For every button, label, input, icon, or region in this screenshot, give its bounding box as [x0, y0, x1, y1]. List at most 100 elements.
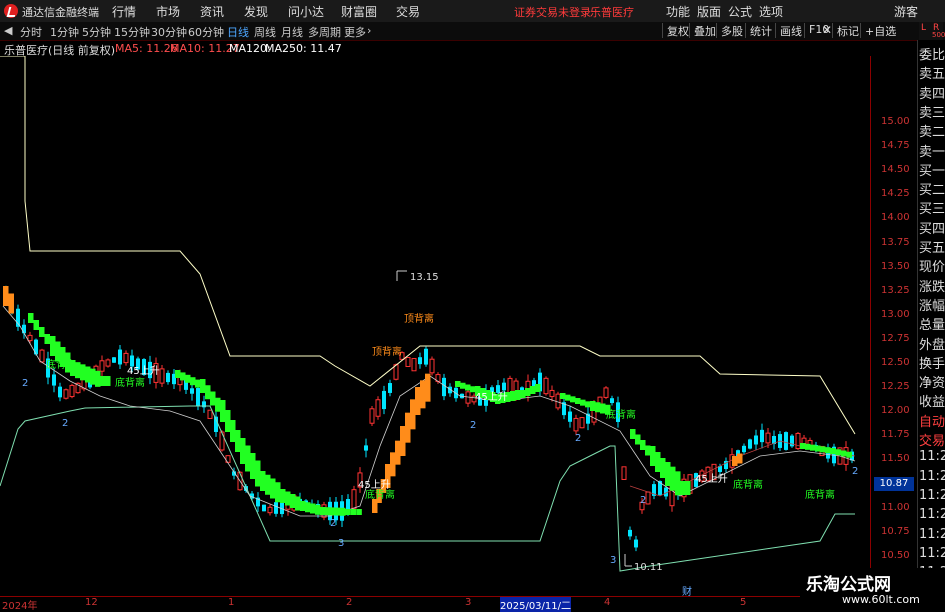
side-label[interactable]: 买五 — [919, 237, 945, 256]
period-60min[interactable]: 60分钟 — [188, 24, 224, 40]
current-stock-name: 乐普医疗 — [590, 6, 634, 19]
side-label[interactable]: 买四 — [919, 218, 945, 237]
candle-body — [375, 399, 381, 417]
trend-band-orange — [8, 293, 14, 314]
side-label[interactable]: 11:29 — [919, 546, 945, 561]
trend-band-green — [310, 503, 316, 514]
guest-button[interactable]: 游客 — [894, 3, 918, 20]
side-label[interactable]: 卖五 — [919, 63, 945, 82]
trend-band-green — [220, 400, 226, 422]
trend-band-green — [515, 390, 521, 400]
menu-market[interactable]: 市场 — [156, 3, 180, 20]
side-label[interactable]: 卖四 — [919, 83, 945, 102]
side-label[interactable]: 卖一 — [919, 141, 945, 160]
period-more[interactable]: 更多 — [344, 24, 366, 40]
trend-band-green — [325, 507, 331, 516]
side-label[interactable]: 买一 — [919, 160, 945, 179]
period-intraday[interactable]: 分时 — [20, 24, 42, 40]
trend-band-orange — [390, 452, 396, 477]
period-30min[interactable]: 30分钟 — [151, 24, 187, 40]
period-15min[interactable]: 15分钟 — [114, 24, 150, 40]
trend-band-green — [575, 398, 581, 404]
menu-functions[interactable]: 功能 — [666, 3, 690, 20]
side-label[interactable]: 买二 — [919, 179, 945, 198]
candle-body — [39, 349, 45, 363]
period-monthly[interactable]: 月线 — [281, 24, 303, 40]
chevron-right-icon[interactable]: › — [367, 24, 371, 37]
menu-wealth-circle[interactable]: 财富圈 — [341, 3, 377, 20]
candle-body — [388, 383, 392, 393]
candle-body — [784, 432, 788, 450]
toolbar-stats[interactable]: 统计 — [745, 23, 772, 38]
candle-body — [579, 417, 585, 429]
toolbar-overlay[interactable]: 叠加 — [689, 23, 716, 38]
candle-body — [123, 352, 129, 364]
menu-options[interactable]: 选项 — [759, 3, 783, 20]
side-label[interactable]: 交易 — [919, 430, 945, 449]
candle-body — [63, 389, 69, 399]
marker-2: 2 — [330, 518, 336, 529]
trend-band-green — [270, 478, 276, 499]
period-weekly[interactable]: 周线 — [254, 24, 276, 40]
side-label[interactable]: 卖二 — [919, 121, 945, 140]
menu-formula[interactable]: 公式 — [728, 3, 752, 20]
side-label[interactable]: 卖三 — [919, 102, 945, 121]
side-label[interactable]: 总量 — [919, 314, 945, 333]
side-label[interactable]: 换手 — [919, 353, 945, 372]
candle-body — [645, 491, 651, 505]
side-label[interactable]: 外盘 — [919, 334, 945, 353]
login-status[interactable]: 证券交易未登录 — [514, 4, 591, 20]
toolbar-mark[interactable]: 标记 — [832, 23, 859, 38]
trend-band-green — [670, 466, 676, 491]
side-label[interactable]: 自动 — [919, 411, 945, 430]
side-label[interactable]: 11:29 — [919, 507, 945, 522]
rise-label: 45上升 — [475, 391, 508, 403]
trend-band-green — [455, 381, 461, 387]
trend-band-green — [205, 385, 211, 400]
side-label[interactable]: 涨幅 — [919, 295, 945, 314]
price-tick: 12.25 — [881, 381, 910, 393]
bottom-divergence-label: 底背离 — [733, 478, 763, 491]
side-label[interactable]: 11:29 — [919, 527, 945, 542]
side-label[interactable]: 买三 — [919, 198, 945, 217]
menu-layout[interactable]: 版面 — [697, 3, 721, 20]
menu-news[interactable]: 资讯 — [200, 3, 224, 20]
period-multi[interactable]: 多周期 — [308, 24, 341, 40]
trend-band-green — [520, 390, 526, 398]
menu-trade[interactable]: 交易 — [396, 3, 420, 20]
trend-band-green — [200, 379, 206, 393]
kline-chart[interactable]: 13.1510.11顶背离顶背离底背离底背离底背离底背离底背离底背离45上升45… — [0, 56, 870, 596]
trend-band-green — [280, 489, 286, 503]
side-label[interactable]: 11:29 — [919, 469, 945, 484]
side-label[interactable]: 委比 — [919, 44, 945, 63]
candle-body — [105, 359, 111, 367]
menu-market-quotes[interactable]: 行情 — [112, 3, 136, 20]
period-1min[interactable]: 1分钟 — [50, 24, 79, 40]
toolbar-add-watchlist[interactable]: +自选 — [860, 23, 896, 38]
chevron-left-icon[interactable]: ◀ — [4, 24, 12, 37]
period-5min[interactable]: 5分钟 — [82, 24, 111, 40]
toolbar-multi-stock[interactable]: 多股 — [716, 23, 743, 38]
toolbar-draw[interactable]: 画线 — [775, 23, 802, 38]
side-label[interactable]: 净资 — [919, 372, 945, 391]
side-label[interactable]: 11:29 — [919, 449, 945, 464]
toolbar-adjust[interactable]: 复权 — [662, 23, 689, 38]
price-tick: 12.00 — [881, 405, 910, 417]
side-label[interactable]: 涨跌 — [919, 276, 945, 295]
marker-3: 3 — [338, 538, 344, 549]
menu-discover[interactable]: 发现 — [244, 3, 268, 20]
period-daily[interactable]: 日线 — [227, 24, 249, 40]
current-price-marker: 10.87 — [874, 477, 914, 491]
trend-band-green — [300, 501, 306, 511]
trend-band-green — [44, 334, 50, 344]
side-label[interactable]: 现价 — [919, 256, 945, 275]
trend-band-green — [290, 494, 296, 508]
side-label[interactable]: 收益 — [919, 391, 945, 410]
close-icon[interactable]: ✕ — [822, 23, 832, 37]
candle-body — [382, 390, 386, 410]
side-label[interactable]: 11:29 — [919, 488, 945, 503]
high-price-label: 13.15 — [410, 272, 439, 283]
menu-ask-xiaoda[interactable]: 问小达 — [288, 3, 324, 20]
finance-event-marker[interactable]: 财 — [682, 583, 692, 598]
trend-band-green — [460, 382, 466, 389]
